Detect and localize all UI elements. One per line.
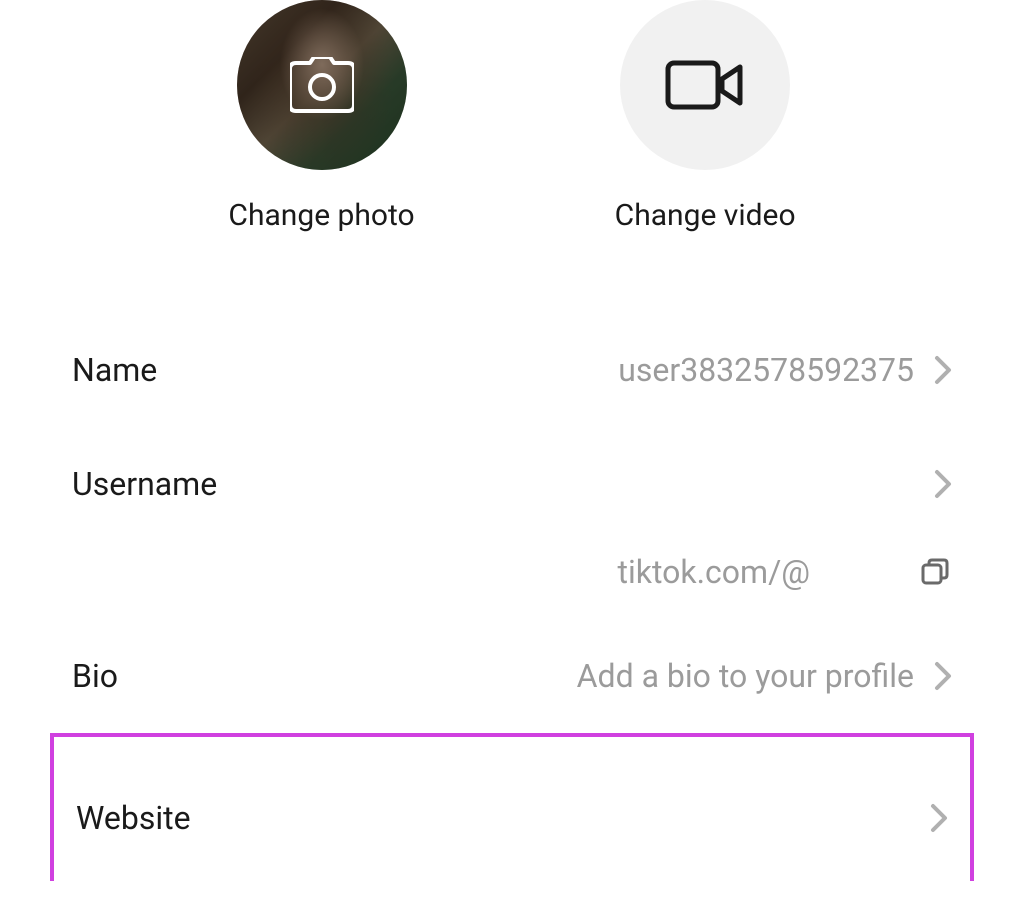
chevron-right-icon	[934, 355, 952, 385]
profile-fields-list: Name user3832578592375 Username tiktok.c…	[0, 273, 1024, 881]
website-label: Website	[76, 799, 191, 837]
name-label: Name	[72, 351, 157, 389]
camera-icon	[290, 57, 354, 113]
change-photo-item[interactable]: Change photo	[228, 0, 414, 233]
website-highlight: Website	[50, 733, 974, 881]
chevron-right-icon	[934, 661, 952, 691]
video-camera-icon	[665, 57, 745, 113]
username-row[interactable]: Username	[0, 427, 1024, 541]
profile-video-avatar[interactable]	[620, 0, 790, 170]
name-value: user3832578592375	[618, 351, 914, 389]
profile-photo-avatar[interactable]	[237, 0, 407, 170]
website-row[interactable]: Website	[54, 755, 970, 881]
media-options-row: Change photo Change video	[0, 0, 1024, 273]
chevron-right-icon	[934, 469, 952, 499]
photo-overlay	[237, 0, 407, 170]
edit-profile-screen: Change photo Change video Name user38325…	[0, 0, 1024, 902]
username-label: Username	[72, 465, 217, 503]
name-row[interactable]: Name user3832578592375	[0, 313, 1024, 427]
bio-row-right: Add a bio to your profile	[577, 657, 952, 695]
username-row-right	[914, 469, 952, 499]
change-video-item[interactable]: Change video	[615, 0, 796, 233]
name-row-right: user3832578592375	[618, 351, 952, 389]
bio-placeholder: Add a bio to your profile	[577, 657, 914, 695]
bio-label: Bio	[72, 657, 118, 695]
chevron-right-icon	[930, 803, 948, 833]
copy-icon[interactable]	[920, 557, 950, 587]
bio-row[interactable]: Bio Add a bio to your profile	[0, 619, 1024, 733]
profile-link-row: tiktok.com/@	[0, 541, 1024, 619]
change-photo-label: Change photo	[228, 198, 414, 233]
profile-link-text: tiktok.com/@	[617, 553, 810, 591]
change-video-label: Change video	[615, 198, 796, 233]
website-row-right	[910, 803, 948, 833]
